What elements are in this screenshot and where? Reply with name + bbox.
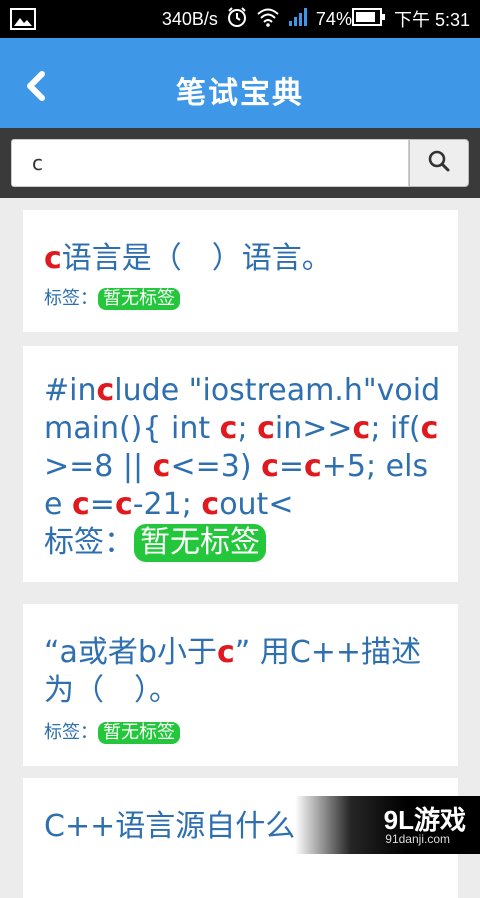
tag-line: 标签： 暂无标签 — [44, 718, 442, 744]
search-input[interactable]: c — [11, 139, 409, 187]
search-button[interactable] — [409, 139, 469, 187]
highlight-match: c — [261, 449, 279, 484]
highlight-match: c — [114, 487, 133, 522]
tag-badge: 暂无标签 — [98, 288, 180, 310]
search-icon — [427, 149, 451, 177]
question-segment: -21; — [132, 487, 202, 522]
signal-icon — [288, 7, 308, 32]
list-item[interactable]: “a或者b小于c” 用C++描述为（ ）。 标签： 暂无标签 — [23, 604, 458, 766]
tag-line: 标签： 暂无标签 — [44, 524, 442, 562]
highlight-match: c — [216, 635, 235, 670]
tag-line: 标签： 暂无标签 — [44, 284, 442, 310]
question-segment: = — [89, 487, 115, 522]
tag-label: 标签： — [44, 288, 98, 309]
highlight-match: c — [219, 411, 238, 446]
page-title: 笔试宝典 — [176, 76, 304, 111]
network-speed: 340B/s — [161, 8, 218, 29]
list-item[interactable]: c语言是（ ）语言。 标签： 暂无标签 — [23, 210, 458, 332]
question-segment: in>> — [274, 411, 353, 446]
alarm-icon — [226, 6, 248, 33]
list-item[interactable]: #include "iostream.h"void main(){ int c;… — [23, 346, 458, 582]
highlight-match: c — [96, 373, 115, 408]
question-text: #include "iostream.h"void main(){ int c;… — [44, 346, 442, 524]
highlight-match: c — [72, 487, 90, 522]
wifi-icon — [256, 7, 280, 32]
question-segment: = — [278, 449, 304, 484]
question-segment: out< — [219, 487, 294, 522]
tag-badge: 暂无标签 — [134, 524, 266, 562]
battery-percent: 74% — [315, 8, 352, 29]
highlight-match: c — [152, 449, 171, 484]
question-text: c语言是（ ）语言。 — [44, 210, 442, 278]
highlight-match: c — [304, 449, 322, 484]
highlight-match: c — [352, 411, 371, 446]
question-segment: >=8 || — [44, 449, 153, 484]
question-segment: ; if( — [370, 411, 421, 446]
question-segment: #in — [44, 373, 97, 408]
clock: 下午 5:31 — [393, 10, 470, 30]
highlight-match: c — [201, 487, 220, 522]
question-segment: ; — [237, 411, 258, 446]
app-bar: 笔试宝典 — [0, 38, 480, 128]
battery-icon — [351, 7, 386, 31]
search-bar: c — [0, 128, 480, 198]
image-icon — [10, 8, 36, 30]
tag-label: 标签： — [44, 525, 134, 560]
question-segment: “a或者b小于 — [44, 635, 217, 670]
status-bar: 340B/s 74% 下午 5:31 — [0, 0, 480, 38]
tag-label: 标签： — [44, 722, 98, 743]
question-segment: <=3) — [170, 449, 262, 484]
highlight-match: c — [257, 411, 275, 446]
question-text: “a或者b小于c” 用C++描述为（ ）。 — [44, 604, 442, 710]
battery-indicator: 74% — [315, 7, 386, 31]
watermark-logo: 9L游戏 91danji.com — [295, 796, 480, 854]
tag-badge: 暂无标签 — [98, 722, 180, 744]
highlight-match: c — [420, 411, 439, 446]
question-segment: 语言是（ ）语言。 — [61, 241, 332, 276]
question-segment: C++语言源自什么 — [44, 809, 296, 844]
status-right: 340B/s 74% 下午 5:31 — [162, 0, 470, 38]
watermark-sub: 91danji.com — [385, 832, 450, 846]
highlight-match: c — [44, 241, 62, 276]
